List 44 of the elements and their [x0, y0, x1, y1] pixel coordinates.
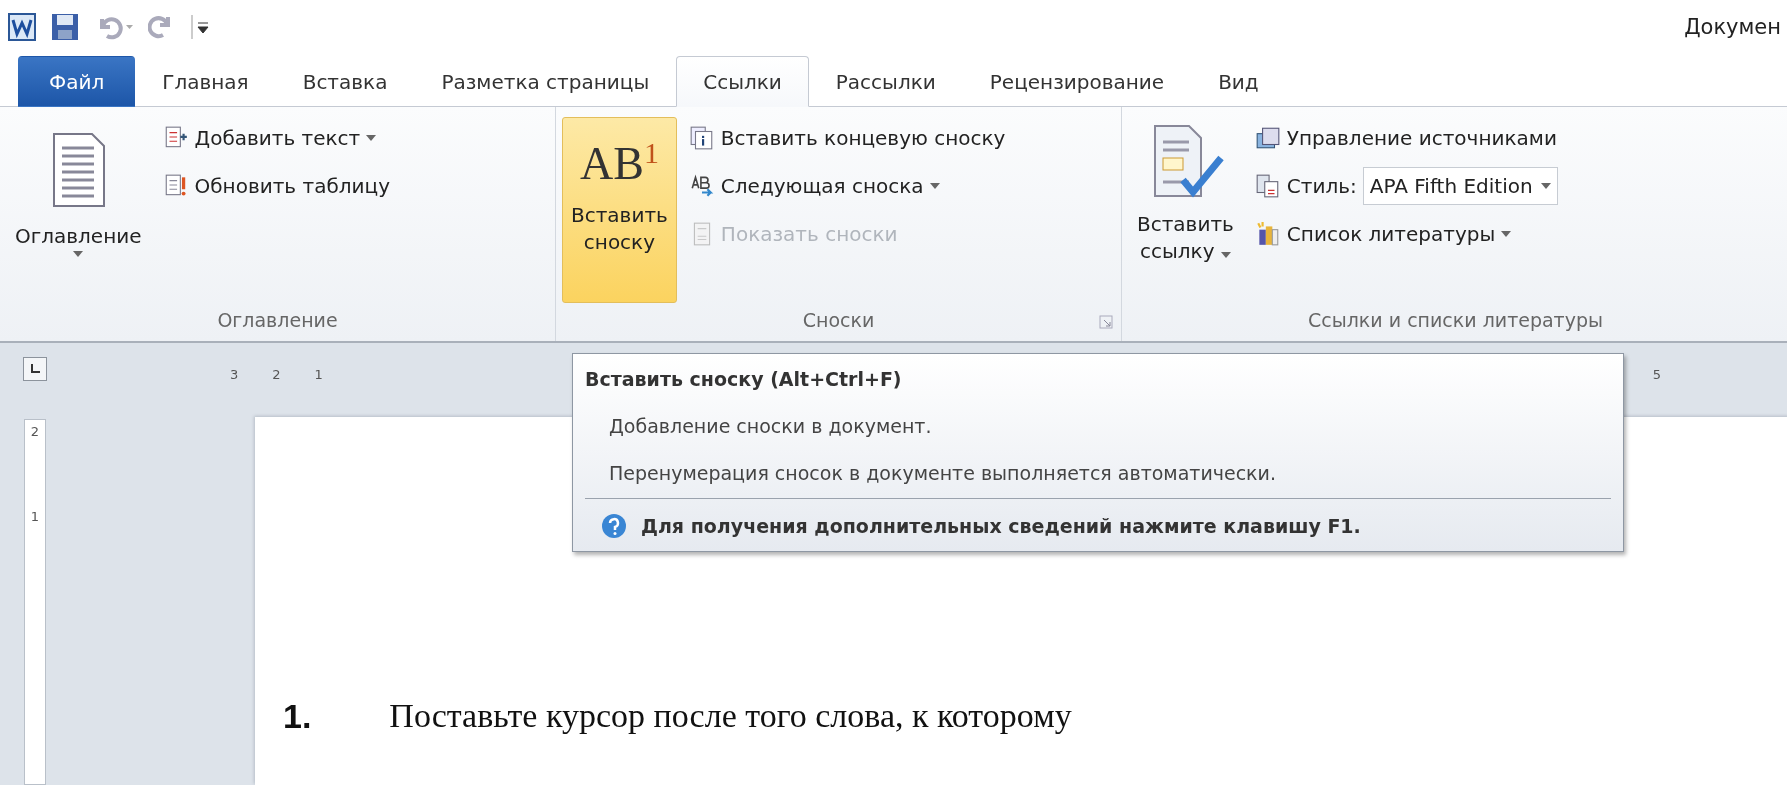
ribbon-tab[interactable]: Ссылки [676, 56, 809, 107]
file-tab[interactable]: Файл [18, 56, 136, 107]
ribbon-command[interactable]: Добавить текст [158, 117, 394, 159]
left-tab-icon [30, 364, 40, 374]
ribbon-tab[interactable]: Рассылки [808, 56, 963, 107]
tab-selector[interactable] [23, 357, 47, 381]
ribbon-tab[interactable]: Вид [1191, 56, 1286, 107]
vertical-ruler: 2 1 [24, 419, 46, 785]
ruler-number: 3 [230, 366, 239, 382]
large-ribbon-button[interactable]: Вставить ссылку [1128, 117, 1243, 303]
command-icon [1254, 125, 1281, 151]
tooltip-text: Добавление сноски в документ. [609, 415, 933, 437]
group-label: Сноски [802, 308, 875, 333]
ribbon-tab[interactable]: Вставка [275, 56, 415, 107]
ruler-number: 2 [272, 366, 281, 382]
ribbon-command[interactable]: Обновить таблицу [158, 165, 394, 207]
help-text: Для получения дополнительных сведений нажмите клавишу F1. [641, 515, 1361, 537]
ruler-number: 5 [1652, 366, 1662, 382]
ribbon-command[interactable]: Управление источниками [1250, 117, 1562, 159]
ruler-number: 1 [314, 366, 323, 382]
command-icon [1254, 173, 1281, 199]
large-ribbon-button[interactable]: AB$^{1}$ Вставить сноску [562, 117, 677, 303]
step-number: 1. [283, 697, 312, 736]
ribbon-command[interactable]: Вставить концевую сноску [684, 117, 1010, 159]
tooltip-title: Вставить сноску (Alt+Ctrl+F) [585, 368, 903, 390]
style-label: Стиль: [1286, 174, 1357, 198]
group-label: Ссылки и списки литературы [1308, 308, 1603, 333]
style-dropdown[interactable]: APA Fifth Edition [1362, 167, 1558, 205]
group-label: Оглавление [217, 308, 338, 333]
save-icon[interactable] [50, 11, 80, 42]
ribbon-tab[interactable]: Разметка страницы [414, 56, 677, 107]
ribbon-tab[interactable]: Рецензирование [962, 56, 1192, 107]
dialog-launcher-icon[interactable] [1099, 315, 1113, 329]
large-ribbon-button[interactable]: Оглавление [6, 117, 151, 303]
tooltip-text: Перенумерация сносок в документе выполняется автоматически. [609, 462, 1277, 484]
window-title: Докумен [1684, 14, 1781, 39]
instruction-text: Поставьте курсор после того слова, к которому [389, 697, 1072, 735]
ribbon-command[interactable]: Следующая сноска [684, 165, 1010, 207]
help-icon [601, 513, 627, 539]
command-icon [688, 125, 715, 151]
customize-menu-icon[interactable] [190, 12, 210, 41]
ribbon-tab[interactable]: Главная [135, 56, 276, 107]
word-logo-icon[interactable] [8, 12, 36, 41]
ribbon-command[interactable]: Список литературы [1250, 213, 1562, 255]
